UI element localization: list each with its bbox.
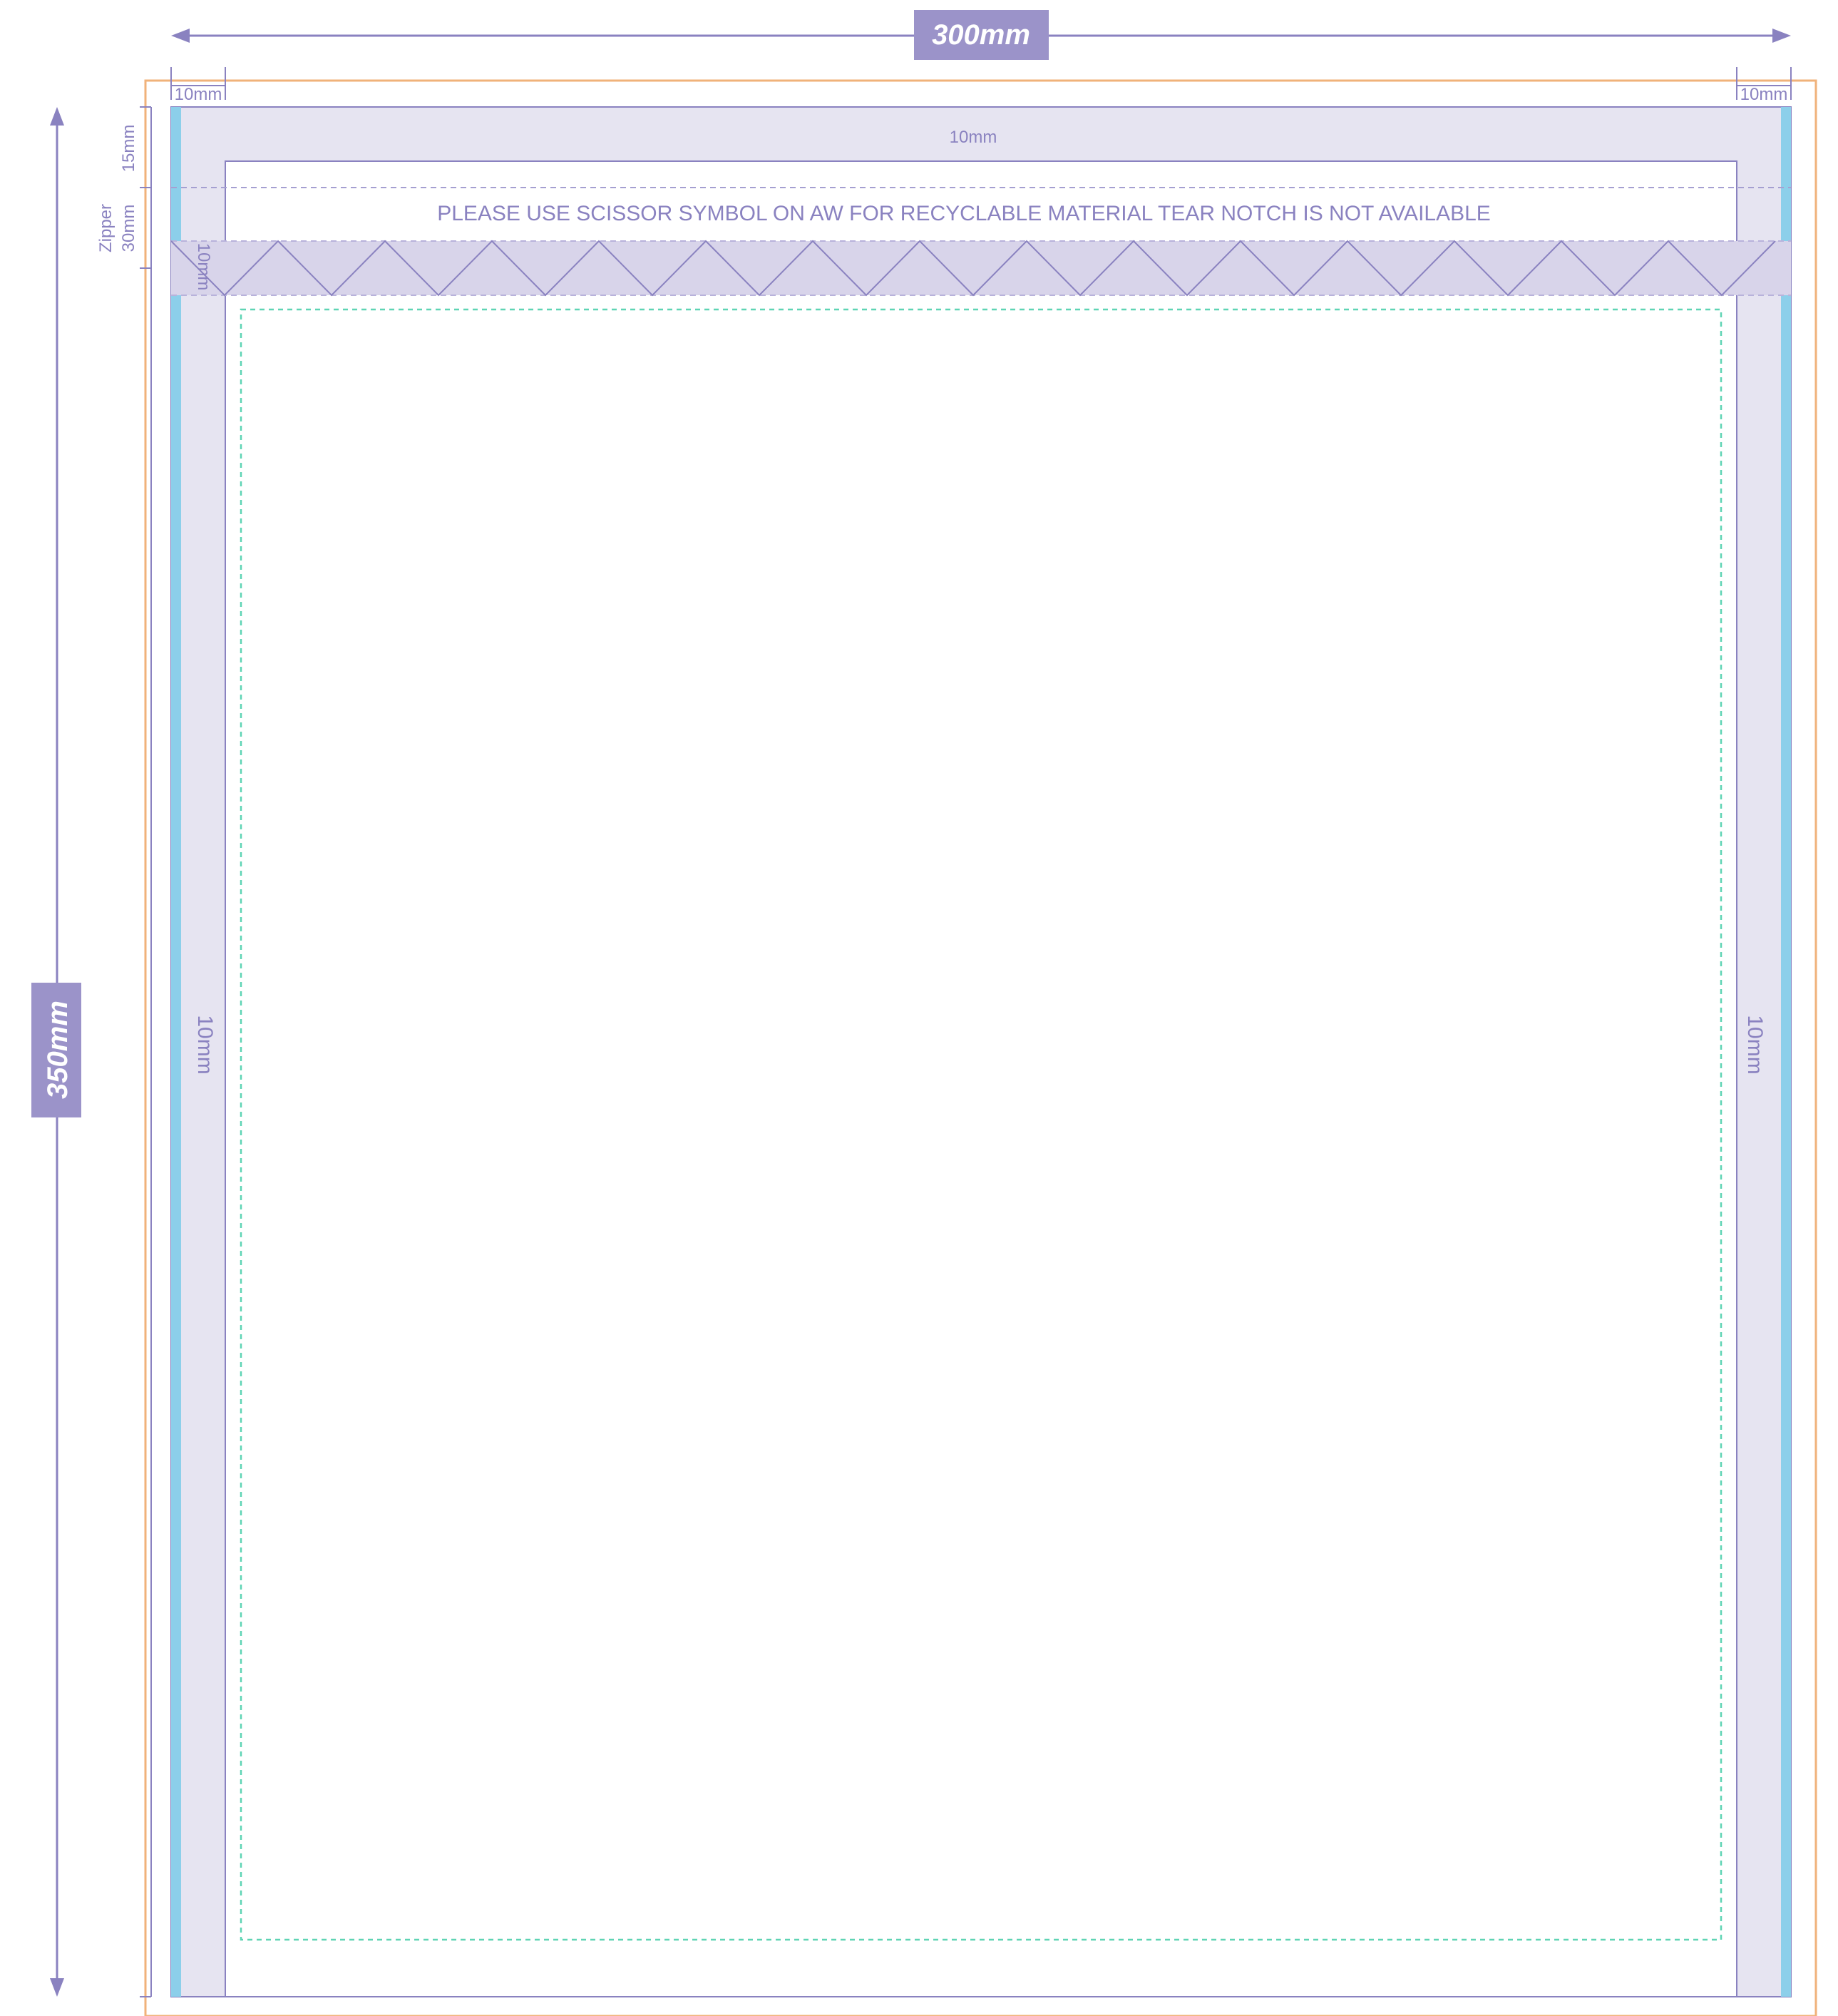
height-arrow-bottom — [50, 1978, 64, 1997]
side-right-seal-label: 10mm — [1743, 1015, 1767, 1074]
recyclable-notice: PLEASE USE SCISSOR SYMBOL ON AW FOR RECY… — [437, 202, 1491, 225]
top-seal-label: 10mm — [950, 128, 997, 147]
right-seal-label: 10mm — [1740, 85, 1788, 104]
width-arrow-right — [1772, 29, 1791, 43]
width-arrow-left — [171, 29, 190, 43]
left-side-bar — [171, 107, 181, 1997]
height-arrow-top — [50, 107, 64, 126]
top-allowance-label: 15mm — [119, 125, 138, 173]
left-seal-label: 10mm — [175, 85, 222, 104]
side-left-seal-label: 10mm — [193, 1015, 217, 1074]
zipper-label: Zipper — [96, 204, 115, 252]
height-label: 350mm — [42, 1001, 73, 1099]
zipper-seal-label: 10mm — [194, 243, 213, 291]
width-label: 300mm — [932, 19, 1030, 51]
pouch-dieline: 300mm 10mm 10mm 10mm PLEASE USE SCISSOR … — [31, 10, 1817, 2016]
zipper-height-label: 30mm — [119, 205, 138, 252]
inner-print-area — [225, 160, 1737, 1997]
right-side-bar — [1781, 107, 1791, 1997]
